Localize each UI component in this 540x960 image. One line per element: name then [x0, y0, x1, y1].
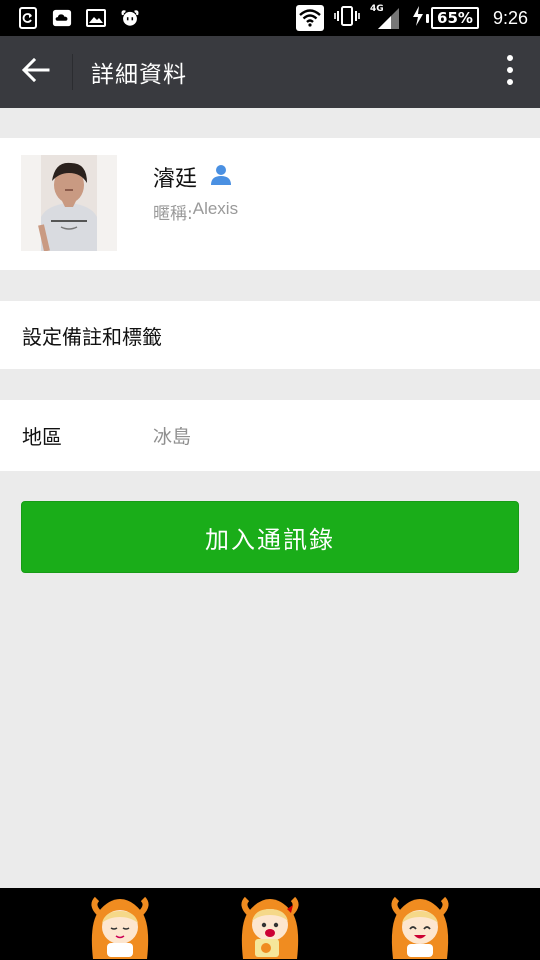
sync-icon — [18, 7, 38, 29]
page-title: 詳細資料 — [91, 62, 187, 88]
avatar[interactable] — [21, 155, 117, 251]
navigation-bar — [0, 888, 540, 960]
name-row: 濬廷 — [153, 161, 233, 193]
nickname-label: 暱稱: — [153, 204, 193, 224]
app-bar-divider — [72, 54, 73, 90]
battery-indicator: 65% — [412, 6, 479, 30]
region-row: 地區 冰島 — [0, 400, 540, 471]
app-bar: 詳細資料 — [0, 36, 540, 108]
notification-icons — [0, 7, 140, 29]
wifi-icon — [296, 5, 325, 31]
nickname-value: Alexis — [192, 199, 239, 218]
charging-bolt-icon — [412, 6, 424, 30]
contact-name: 濬廷 — [153, 167, 198, 192]
nickname-row: 暱稱: Alexis — [153, 199, 238, 224]
home-mascot-icon[interactable] — [234, 888, 306, 960]
signal-icon: 4G — [370, 4, 402, 30]
recents-mascot-icon[interactable] — [384, 888, 456, 960]
back-mascot-icon[interactable] — [84, 888, 156, 960]
set-remark-and-tags-row[interactable]: 設定備註和標籤 — [0, 301, 540, 369]
region-label: 地區 — [22, 425, 62, 449]
region-value: 冰島 — [153, 426, 192, 448]
profile-card: 濬廷 暱稱: Alexis — [0, 138, 540, 270]
vibrate-icon — [334, 5, 360, 31]
image-icon — [86, 7, 106, 29]
cloud-icon — [52, 7, 72, 29]
back-button[interactable] — [0, 36, 72, 108]
remark-label: 設定備註和標籤 — [22, 324, 162, 349]
arrow-left-icon — [21, 57, 50, 86]
status-bar: 4G 65% 9:26 — [0, 0, 540, 36]
battery-percent: 65% — [431, 7, 479, 29]
more-options-button[interactable] — [480, 36, 540, 108]
battery-tip — [426, 13, 430, 23]
more-vertical-icon — [506, 54, 514, 90]
anime-app-icon — [120, 7, 140, 29]
clock: 9:26 — [492, 7, 528, 28]
contact-person-icon — [209, 164, 233, 190]
add-to-contacts-button[interactable]: 加入通訊錄 — [21, 501, 519, 573]
